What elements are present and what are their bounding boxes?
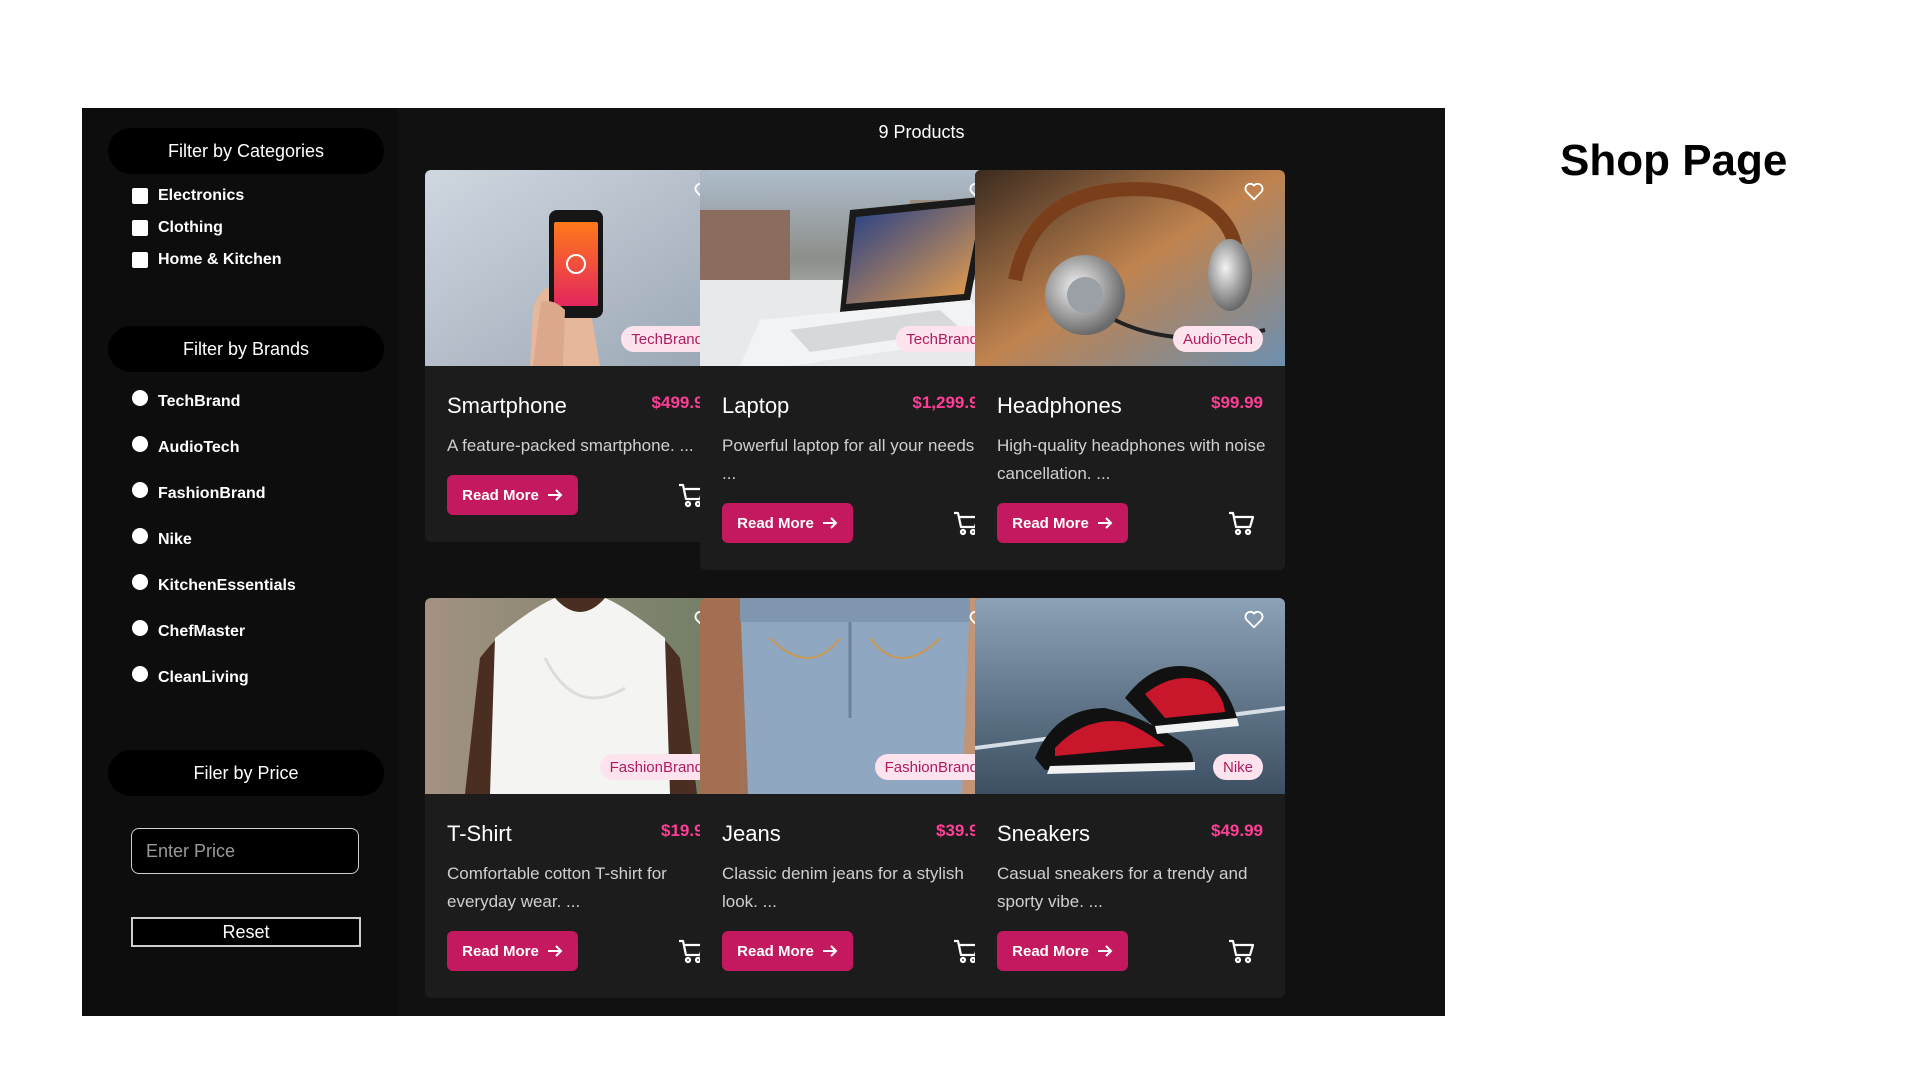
brand-chefmaster-radio[interactable] [132,620,148,636]
product-name: Sneakers [997,821,1090,846]
product-name: Jeans [722,821,781,846]
product-description: Powerful laptop for all your needs. ... [722,436,980,483]
product-list: 9 Products TechBrand Smartphone $499.99 … [398,108,1445,1016]
product-card-headphones[interactable]: AudioTech Headphones $99.99 High-quality… [975,170,1285,570]
cart-icon[interactable] [1227,510,1255,536]
read-more-button[interactable]: Read More [722,931,853,971]
brand-kitchenessentials-radio[interactable] [132,574,148,590]
brand-audiotech[interactable]: AudioTech [132,436,240,457]
price-filter-title: Filer by Price [108,750,384,796]
read-more-button[interactable]: Read More [997,503,1128,543]
product-image-laptop[interactable]: TechBrand [700,170,1010,366]
product-description: Comfortable cotton T-shirt for everyday … [447,864,667,911]
cart-icon[interactable] [1227,938,1255,964]
filter-sidebar: Filter by Categories Electronics Clothin… [82,108,398,1016]
brand-fashionbrand-radio[interactable] [132,482,148,498]
brand-techbrand-radio[interactable] [132,390,148,406]
brand-techbrand[interactable]: TechBrand [132,390,241,411]
product-name: Headphones [997,393,1122,418]
product-image-t-shirt[interactable]: FashionBrand [425,598,735,794]
brand-fashionbrand[interactable]: FashionBrand [132,482,266,503]
category-home-kitchen[interactable]: Home & Kitchen [132,251,282,269]
category-home-kitchen-label: Home & Kitchen [158,251,282,268]
brand-cleanliving-label: CleanLiving [158,669,249,686]
brand-kitchenessentials[interactable]: KitchenEssentials [132,574,296,595]
brand-badge: Nike [1212,754,1263,780]
brand-audiotech-radio[interactable] [132,436,148,452]
product-price: $99.99 [1211,393,1263,412]
brand-audiotech-label: AudioTech [158,439,240,456]
product-image-jeans[interactable]: FashionBrand [700,598,1010,794]
product-description: Classic denim jeans for a stylish look. … [722,864,964,911]
arrow-right-icon [1097,517,1113,529]
product-description: High-quality headphones with noise cance… [997,436,1266,483]
heart-icon[interactable] [1243,180,1265,202]
categories-filter-title: Filter by Categories [108,128,384,174]
category-clothing[interactable]: Clothing [132,219,223,237]
arrow-right-icon [822,517,838,529]
product-card-t-shirt[interactable]: FashionBrand T-Shirt $19.99 Comfortable … [425,598,735,998]
category-clothing-checkbox[interactable] [132,220,148,236]
read-more-label: Read More [1012,942,1089,960]
brands-filter-title: Filter by Brands [108,326,384,372]
product-price: $49.99 [1211,821,1263,840]
product-description: Casual sneakers for a trendy and sporty … [997,864,1248,911]
product-card-sneakers[interactable]: Nike Sneakers $49.99 Casual sneakers for… [975,598,1285,998]
read-more-label: Read More [1012,514,1089,532]
brand-chefmaster-label: ChefMaster [158,623,246,640]
read-more-button[interactable]: Read More [997,931,1128,971]
brand-techbrand-label: TechBrand [158,393,241,410]
brand-fashionbrand-label: FashionBrand [158,485,266,502]
page-title: Shop Page [1560,136,1788,185]
product-description: A feature-packed smartphone. ... [447,436,694,455]
brand-nike-label: Nike [158,531,192,548]
product-card-jeans[interactable]: FashionBrand Jeans $39.99 Classic denim … [700,598,1010,998]
product-image-headphones[interactable]: AudioTech [975,170,1285,366]
product-name: Smartphone [447,393,567,418]
arrow-right-icon [547,945,563,957]
brand-nike-radio[interactable] [132,528,148,544]
read-more-label: Read More [462,942,539,960]
brand-badge: AudioTech [1172,326,1263,352]
brand-chefmaster[interactable]: ChefMaster [132,620,246,641]
category-electronics-label: Electronics [158,187,245,204]
product-card-laptop[interactable]: TechBrand Laptop $1,299.99 Powerful lapt… [700,170,1010,570]
brand-nike[interactable]: Nike [132,528,192,549]
arrow-right-icon [1097,945,1113,957]
brand-cleanliving[interactable]: CleanLiving [132,666,249,687]
product-name: Laptop [722,393,790,418]
product-name: T-Shirt [447,821,512,846]
arrow-right-icon [547,489,563,501]
shop-app: Filter by Categories Electronics Clothin… [82,108,1445,1016]
read-more-label: Read More [737,514,814,532]
brand-badge: FashionBrand [874,754,988,780]
product-card-smartphone[interactable]: TechBrand Smartphone $499.99 A feature-p… [425,170,735,542]
brand-cleanliving-radio[interactable] [132,666,148,682]
heart-icon[interactable] [1243,608,1265,630]
read-more-button[interactable]: Read More [447,931,578,971]
read-more-button[interactable]: Read More [447,475,578,515]
product-image-sneakers[interactable]: Nike [975,598,1285,794]
read-more-label: Read More [462,486,539,504]
category-home-kitchen-checkbox[interactable] [132,252,148,268]
reset-button[interactable]: Reset [131,917,361,947]
price-input[interactable] [131,828,359,874]
brand-kitchenessentials-label: KitchenEssentials [158,577,296,594]
product-image-smartphone[interactable]: TechBrand [425,170,735,366]
read-more-button[interactable]: Read More [722,503,853,543]
category-electronics[interactable]: Electronics [132,187,244,205]
arrow-right-icon [822,945,838,957]
category-clothing-label: Clothing [158,219,223,236]
category-electronics-checkbox[interactable] [132,188,148,204]
product-count: 9 Products [878,122,965,142]
read-more-label: Read More [737,942,814,960]
brand-badge: FashionBrand [599,754,713,780]
